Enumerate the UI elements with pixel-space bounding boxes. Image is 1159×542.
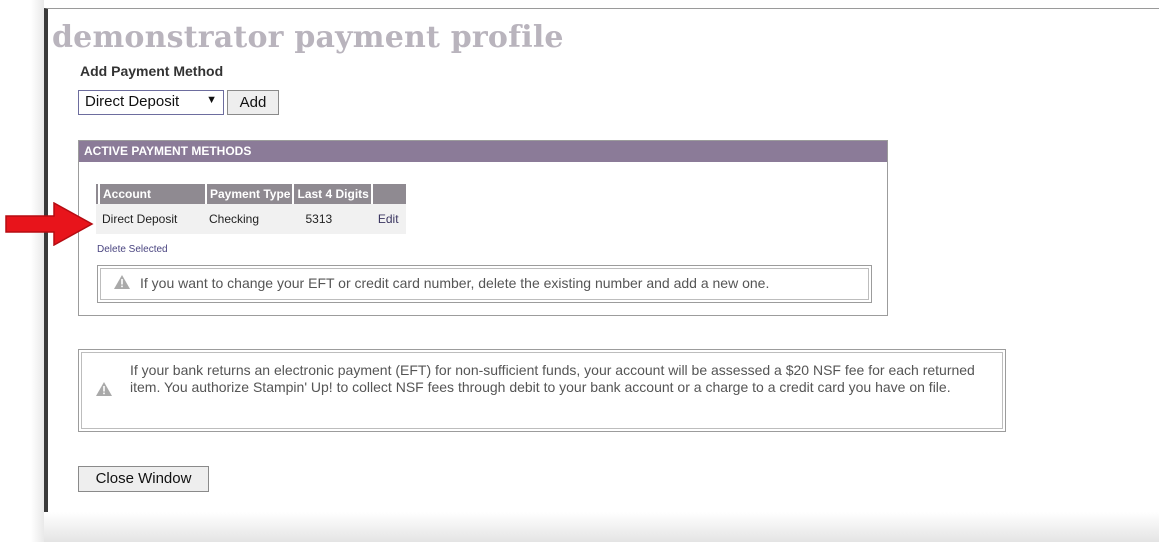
nsf-fee-notice: If your bank returns an electronic payme… (78, 349, 1006, 432)
payment-methods-table: Account Payment Type Last 4 Digits Direc… (96, 184, 406, 234)
warning-icon (96, 382, 112, 401)
active-payment-methods-panel: ACTIVE PAYMENT METHODS Account Payment T… (78, 140, 888, 316)
close-window-button[interactable]: Close Window (78, 466, 209, 492)
window-bottom-shade (44, 512, 1159, 542)
column-header-action (370, 184, 406, 204)
column-header-last4: Last 4 Digits (292, 184, 372, 204)
nsf-fee-notice-text: If your bank returns an electronic payme… (130, 362, 975, 395)
change-number-notice: If you want to change your EFT or credit… (97, 265, 872, 303)
active-payment-methods-header: ACTIVE PAYMENT METHODS (79, 141, 887, 162)
warning-icon (114, 275, 130, 294)
delete-selected-link[interactable]: Delete Selected (97, 244, 168, 255)
add-button[interactable]: Add (227, 90, 279, 115)
table-row[interactable]: Direct Deposit Checking 5313 Edit (96, 204, 406, 234)
table-header-row: Account Payment Type Last 4 Digits (96, 184, 406, 204)
change-number-notice-text: If you want to change your EFT or credit… (140, 275, 770, 291)
payment-method-selected-value: Direct Deposit (85, 93, 180, 110)
window-shadow (0, 0, 44, 542)
cell-account: Direct Deposit (99, 204, 206, 234)
page-title: demonstrator payment profile (52, 20, 564, 55)
chevron-down-icon: ▼ (206, 94, 217, 106)
red-arrow-annotation (4, 201, 94, 251)
edit-link[interactable]: Edit (371, 204, 406, 234)
column-header-payment-type: Payment Type (204, 184, 294, 204)
cell-last4: 5313 (293, 204, 372, 234)
payment-method-select[interactable]: Direct Deposit ▼ (78, 90, 224, 115)
column-header-account: Account (98, 184, 206, 204)
cell-payment-type: Checking (206, 204, 294, 234)
add-payment-method-label: Add Payment Method (80, 63, 224, 79)
